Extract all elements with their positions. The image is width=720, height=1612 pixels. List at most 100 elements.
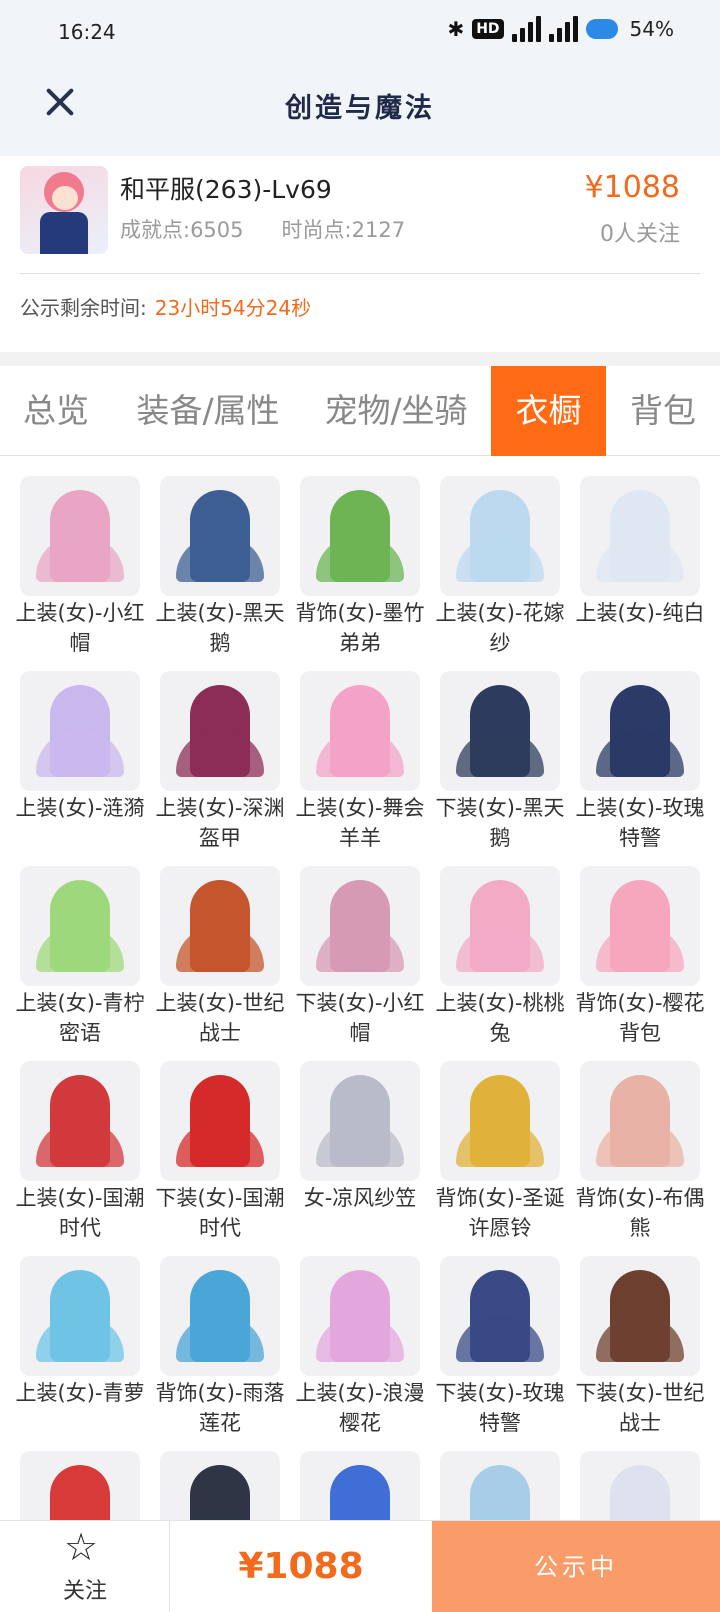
item-thumbnail bbox=[300, 866, 420, 986]
follow-button[interactable]: ☆ 关注 bbox=[0, 1521, 170, 1612]
item-thumbnail bbox=[20, 476, 140, 596]
item-thumbnail bbox=[580, 1061, 700, 1181]
item-name: 背饰(女)-布偶熊 bbox=[575, 1186, 705, 1240]
wardrobe-item[interactable]: 背饰(女)-雨落莲花 bbox=[156, 1256, 284, 1444]
wardrobe-item[interactable]: 上装(女)-小红帽 bbox=[16, 476, 144, 664]
item-image bbox=[316, 490, 404, 582]
role-name: 和平服(263)-Lv69 bbox=[120, 175, 332, 204]
wardrobe-item[interactable]: 下装(女)-国潮时代 bbox=[156, 1061, 284, 1249]
item-image bbox=[456, 490, 544, 582]
item-name: 上装(女)-浪漫樱花 bbox=[295, 1381, 425, 1435]
item-image bbox=[176, 880, 264, 972]
item-thumbnail bbox=[580, 1256, 700, 1376]
status-time: 16:24 bbox=[58, 20, 116, 44]
wardrobe-item[interactable]: 上装(女)-玫瑰特警 bbox=[576, 671, 704, 859]
bottom-bar: ☆ 关注 ¥1088 公示中 bbox=[0, 1520, 720, 1612]
item-thumbnail bbox=[160, 1256, 280, 1376]
avatar bbox=[20, 166, 108, 254]
hd-icon: HD bbox=[472, 19, 504, 39]
item-image bbox=[316, 685, 404, 777]
item-name: 上装(女)-青萝 bbox=[15, 1381, 145, 1405]
item-name: 上装(女)-玫瑰特警 bbox=[575, 796, 705, 850]
item-image bbox=[456, 1270, 544, 1362]
wardrobe-item[interactable]: 背饰(女)-樱花背包 bbox=[576, 866, 704, 1054]
item-name: 背饰(女)-圣诞许愿铃 bbox=[435, 1186, 565, 1240]
item-name: 下装(女)-国潮时代 bbox=[155, 1186, 285, 1240]
wardrobe-item[interactable] bbox=[580, 1451, 700, 1520]
item-thumbnail bbox=[440, 476, 560, 596]
item-image bbox=[456, 880, 544, 972]
item-thumbnail bbox=[20, 866, 140, 986]
wardrobe-item[interactable]: 上装(女)-深渊盔甲 bbox=[156, 671, 284, 859]
tab-pets-mounts[interactable]: 宠物/坐骑 bbox=[304, 366, 488, 456]
item-image bbox=[36, 685, 124, 777]
item-image bbox=[176, 1465, 264, 1520]
item-image bbox=[36, 880, 124, 972]
status-button[interactable]: 公示中 bbox=[432, 1521, 720, 1612]
wardrobe-item[interactable]: 上装(女)-涟漪 bbox=[16, 671, 144, 859]
price: ¥1088 bbox=[584, 170, 680, 205]
wardrobe-item[interactable]: 上装(女)-桃桃兔 bbox=[436, 866, 564, 1054]
item-name: 下装(女)-玫瑰特警 bbox=[435, 1381, 565, 1435]
item-thumbnail bbox=[580, 476, 700, 596]
wardrobe-item[interactable] bbox=[300, 1451, 420, 1520]
wardrobe-item[interactable] bbox=[440, 1451, 560, 1520]
item-image bbox=[36, 490, 124, 582]
cloud-icon bbox=[585, 19, 618, 39]
wardrobe-item[interactable] bbox=[160, 1451, 280, 1520]
item-name: 上装(女)-世纪战士 bbox=[155, 991, 285, 1045]
wardrobe-item[interactable]: 背饰(女)-布偶熊 bbox=[576, 1061, 704, 1249]
item-thumbnail bbox=[580, 1451, 700, 1520]
tab-overview[interactable]: 总览 bbox=[0, 366, 112, 456]
wardrobe-item[interactable]: 下装(女)-小红帽 bbox=[296, 866, 424, 1054]
divider bbox=[20, 273, 700, 274]
item-name: 背饰(女)-雨落莲花 bbox=[155, 1381, 285, 1435]
tab-backpack[interactable]: 背包 bbox=[606, 366, 720, 456]
wardrobe-item[interactable]: 下装(女)-世纪战士 bbox=[576, 1256, 704, 1444]
wardrobe-item[interactable]: 上装(女)-浪漫樱花 bbox=[296, 1256, 424, 1444]
wardrobe-item[interactable]: 上装(女)-青萝 bbox=[16, 1256, 144, 1444]
wardrobe-item[interactable]: 上装(女)-舞会羊羊 bbox=[296, 671, 424, 859]
item-name: 上装(女)-花嫁纱 bbox=[435, 601, 565, 655]
wardrobe-item[interactable]: 上装(女)-花嫁纱 bbox=[436, 476, 564, 664]
wardrobe-item[interactable]: 上装(女)-青柠密语 bbox=[16, 866, 144, 1054]
status-icons: ✱ HD 54% bbox=[447, 16, 674, 42]
wardrobe-item[interactable]: 下装(女)-黑天鹅 bbox=[436, 671, 564, 859]
item-image bbox=[596, 880, 684, 972]
item-image bbox=[176, 490, 264, 582]
item-thumbnail bbox=[580, 866, 700, 986]
section-gap bbox=[0, 352, 720, 366]
item-image bbox=[596, 490, 684, 582]
star-icon: ☆ bbox=[64, 1525, 99, 1569]
tab-equipment[interactable]: 装备/属性 bbox=[112, 366, 304, 456]
item-image bbox=[316, 1465, 404, 1520]
wardrobe-item[interactable]: 上装(女)-国潮时代 bbox=[16, 1061, 144, 1249]
wardrobe-item[interactable]: 背饰(女)-墨竹弟弟 bbox=[296, 476, 424, 664]
item-image bbox=[316, 1075, 404, 1167]
wardrobe-item[interactable]: 背饰(女)-圣诞许愿铃 bbox=[436, 1061, 564, 1249]
fashion-points: 时尚点:2127 bbox=[281, 218, 406, 242]
wardrobe-item[interactable]: 上装(女)-纯白 bbox=[576, 476, 704, 664]
tab-wardrobe[interactable]: 衣橱 bbox=[491, 366, 606, 456]
wardrobe-item[interactable]: 上装(女)-世纪战士 bbox=[156, 866, 284, 1054]
page-header: 创造与魔法 bbox=[0, 62, 720, 156]
item-image bbox=[36, 1075, 124, 1167]
item-name: 上装(女)-青柠密语 bbox=[15, 991, 145, 1045]
wardrobe-item[interactable]: 上装(女)-黑天鹅 bbox=[156, 476, 284, 664]
item-image bbox=[596, 1075, 684, 1167]
wardrobe-item[interactable] bbox=[20, 1451, 140, 1520]
role-info: 和平服(263)-Lv69 成就点:6505 时尚点:2127 ¥1088 0人… bbox=[0, 156, 720, 352]
item-image bbox=[176, 685, 264, 777]
item-image bbox=[596, 1465, 684, 1520]
item-thumbnail bbox=[440, 866, 560, 986]
item-thumbnail bbox=[300, 476, 420, 596]
bottom-price: ¥1088 bbox=[238, 1546, 364, 1587]
item-name: 下装(女)-小红帽 bbox=[295, 991, 425, 1045]
item-thumbnail bbox=[580, 671, 700, 791]
notice-label: 公示剩余时间: bbox=[20, 296, 147, 320]
wardrobe-item[interactable]: 女-凉风纱笠 bbox=[300, 1061, 420, 1249]
item-image bbox=[316, 880, 404, 972]
wardrobe-item[interactable]: 下装(女)-玫瑰特警 bbox=[436, 1256, 564, 1444]
item-name: 上装(女)-小红帽 bbox=[15, 601, 145, 655]
item-image bbox=[456, 1465, 544, 1520]
